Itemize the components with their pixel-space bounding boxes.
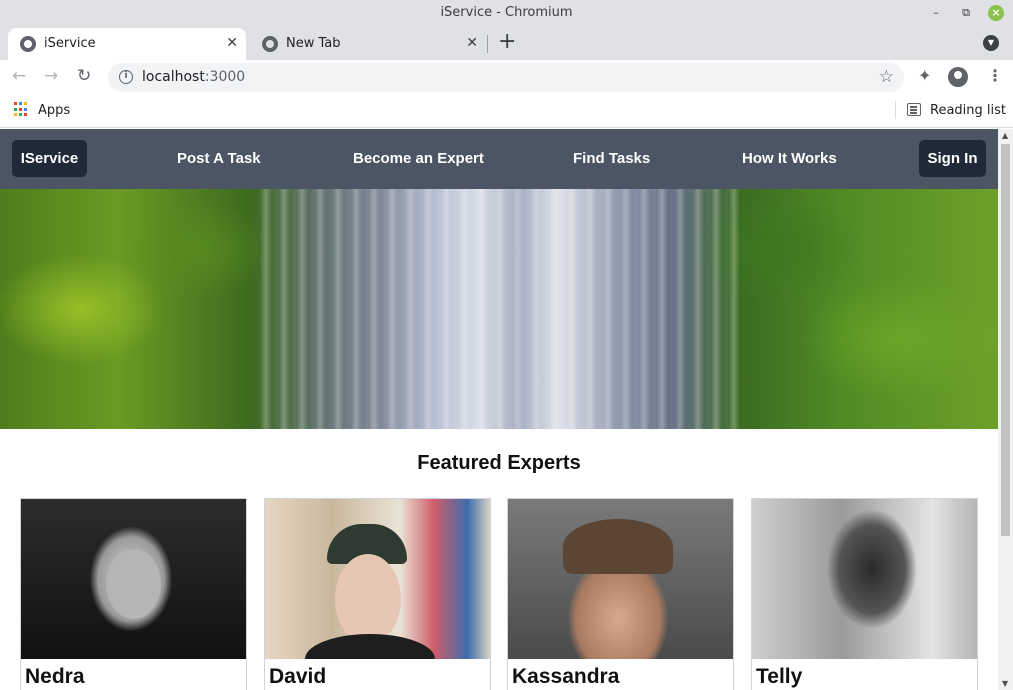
expert-name[interactable]: Nedra bbox=[25, 665, 85, 689]
scroll-down-arrow-icon[interactable]: ▼ bbox=[1002, 679, 1008, 688]
minimize-icon[interactable]: – bbox=[928, 5, 944, 21]
address-bar[interactable]: i localhost:3000 ☆ bbox=[108, 63, 904, 92]
reading-list-icon[interactable] bbox=[907, 103, 921, 116]
reading-list-button[interactable]: Reading list bbox=[930, 103, 1006, 118]
expert-name[interactable]: Kassandra bbox=[512, 665, 619, 689]
tab-label: New Tab bbox=[286, 36, 341, 51]
tab-divider bbox=[487, 35, 488, 53]
sign-in-button[interactable]: Sign In bbox=[919, 140, 986, 177]
tab-label: iService bbox=[44, 36, 96, 51]
maximize-icon[interactable]: ⧉ bbox=[958, 5, 974, 21]
chrome-icon bbox=[262, 36, 278, 52]
browser-menu-icon[interactable]: ⋮ bbox=[987, 66, 1003, 85]
expert-card[interactable]: Telly bbox=[751, 498, 978, 690]
shirt-shape bbox=[305, 634, 435, 659]
expert-photo bbox=[508, 499, 733, 659]
expert-photo bbox=[265, 499, 490, 659]
apps-grid-icon[interactable] bbox=[14, 102, 29, 117]
url-text[interactable]: localhost:3000 bbox=[142, 69, 245, 85]
nav-how-it-works[interactable]: How It Works bbox=[742, 150, 837, 167]
tab-strip: iService ✕ New Tab ✕ + ▼ bbox=[0, 26, 1013, 60]
page-viewport: IService Post A Task Become an Expert Fi… bbox=[0, 129, 998, 690]
expert-name[interactable]: David bbox=[269, 665, 326, 689]
hero-waterfall-image bbox=[0, 189, 998, 429]
featured-experts-heading: Featured Experts bbox=[417, 452, 581, 474]
tab-search-chevron-icon[interactable]: ▼ bbox=[983, 35, 999, 51]
new-tab-plus-icon[interactable]: + bbox=[498, 29, 516, 54]
close-window-icon[interactable]: × bbox=[988, 5, 1004, 21]
expert-card[interactable]: Nedra bbox=[20, 498, 247, 690]
expert-photo bbox=[21, 499, 246, 659]
brand-button[interactable]: IService bbox=[12, 140, 87, 177]
forward-arrow-icon[interactable]: → bbox=[44, 66, 58, 86]
bookmark-star-icon[interactable]: ☆ bbox=[879, 67, 894, 87]
profile-avatar-icon[interactable] bbox=[948, 67, 968, 87]
scroll-up-arrow-icon[interactable]: ▲ bbox=[1002, 131, 1008, 140]
tab-new-tab[interactable]: New Tab ✕ bbox=[250, 28, 486, 60]
nav-find-tasks[interactable]: Find Tasks bbox=[573, 150, 650, 167]
window-title: iService - Chromium bbox=[440, 5, 573, 20]
expert-name[interactable]: Telly bbox=[756, 665, 802, 689]
extensions-puzzle-icon[interactable]: ✦ bbox=[918, 66, 931, 85]
bookmarks-divider bbox=[895, 101, 896, 119]
tab-iservice[interactable]: iService ✕ bbox=[8, 28, 246, 60]
scrollbar-thumb[interactable] bbox=[1001, 144, 1010, 536]
globe-icon bbox=[20, 36, 36, 52]
expert-card[interactable]: Kassandra bbox=[507, 498, 734, 690]
site-navbar: IService Post A Task Become an Expert Fi… bbox=[0, 129, 998, 189]
window-titlebar: iService - Chromium – ⧉ × bbox=[0, 0, 1013, 26]
expert-photo bbox=[752, 499, 977, 659]
bookmarks-bar: Apps Reading list bbox=[0, 94, 1013, 128]
reload-icon[interactable]: ↻ bbox=[77, 66, 91, 86]
url-host: localhost bbox=[142, 69, 205, 85]
apps-bookmark[interactable]: Apps bbox=[38, 103, 70, 118]
browser-toolbar: ← → ↻ i localhost:3000 ☆ ✦ ⋮ bbox=[0, 60, 1013, 94]
nav-post-a-task[interactable]: Post A Task bbox=[177, 150, 261, 167]
nav-become-an-expert[interactable]: Become an Expert bbox=[353, 150, 484, 167]
expert-card[interactable]: David bbox=[264, 498, 491, 690]
back-arrow-icon[interactable]: ← bbox=[12, 66, 26, 86]
spiky-hair-shape bbox=[563, 519, 673, 574]
site-info-icon[interactable]: i bbox=[119, 70, 133, 84]
waterfall-texture bbox=[260, 189, 740, 429]
tab-close-icon[interactable]: ✕ bbox=[466, 35, 478, 51]
tab-close-icon[interactable]: ✕ bbox=[226, 35, 238, 51]
face-shape bbox=[335, 554, 401, 644]
face-shape bbox=[106, 549, 161, 619]
url-port: :3000 bbox=[204, 69, 246, 85]
page-scrollbar[interactable]: ▲ ▼ bbox=[998, 129, 1013, 690]
